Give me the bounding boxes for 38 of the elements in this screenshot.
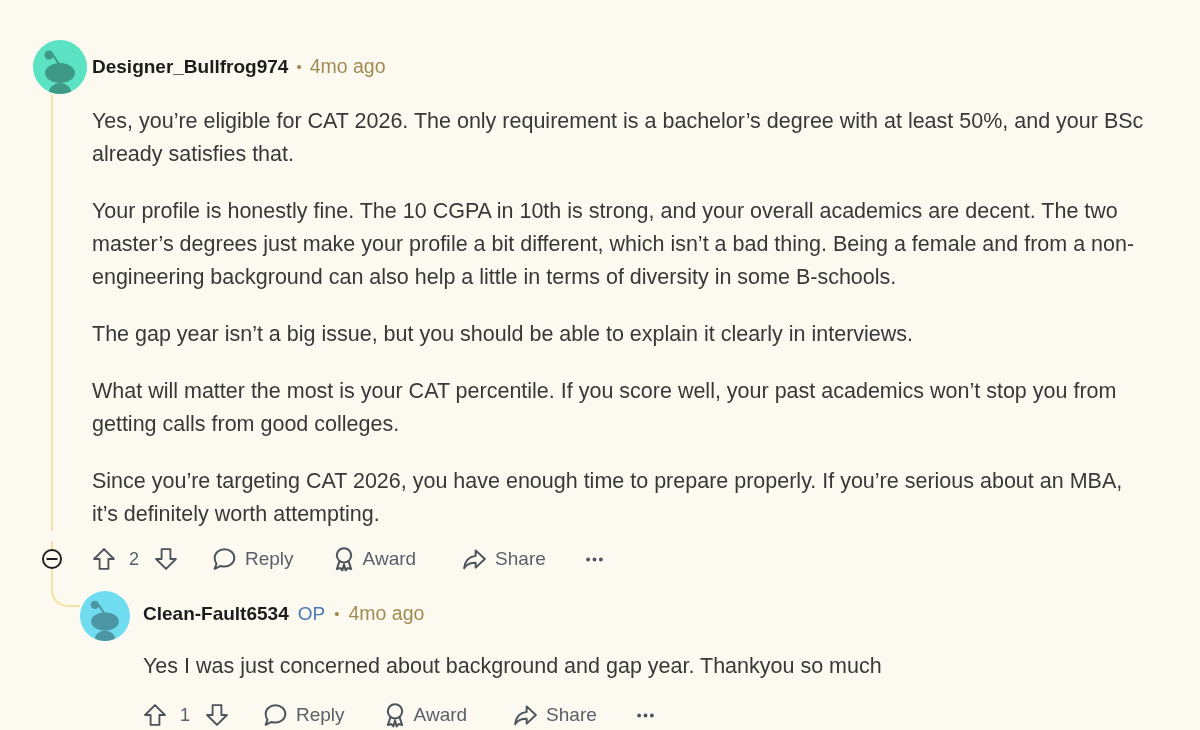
- arrow-up-icon: [93, 548, 115, 570]
- upvote-button[interactable]: [143, 703, 167, 727]
- comment-text: Your profile is honestly fine. The 10 CGPA in 10th is strong, and your overall academics are decent. The two master’s degrees just make your profile a bit different, which isn’t a bad thing. Being a female and from a non-engineering background can also help a little in terms of diversity in some B-schools.: [92, 198, 1136, 291]
- comment-text: The gap year isn’t a big issue, but you should be able to explain it clearly in interviews.: [92, 321, 915, 348]
- separator-dot: •: [296, 56, 302, 77]
- medal-icon: [384, 702, 405, 728]
- arrow-down-icon: [155, 548, 177, 570]
- upvote-button[interactable]: [92, 547, 116, 571]
- downvote-button[interactable]: [154, 547, 178, 571]
- speech-bubble-icon: [264, 704, 287, 726]
- downvote-button[interactable]: [205, 703, 229, 727]
- username[interactable]: Clean-Fault6534: [143, 599, 289, 629]
- timestamp: 4mo ago: [309, 54, 386, 80]
- award-button[interactable]: Award: [321, 541, 429, 577]
- comment-text: What will matter the most is your CAT percentile. If you score well, your past academics won’t stop you from getting calls from good colleges.: [92, 378, 1118, 438]
- share-button[interactable]: Share: [451, 541, 558, 577]
- arrow-up-icon: [144, 704, 166, 726]
- op-label: OP: [297, 601, 326, 626]
- reply-button[interactable]: Reply: [252, 697, 357, 730]
- separator-dot: •: [334, 603, 340, 624]
- ellipsis-icon: [585, 556, 603, 562]
- ellipsis-icon: [636, 712, 654, 718]
- comment-text: Since you’re targeting CAT 2026, you have enough time to prepare properly. If you’re serious about an MBA, it’s definitely worth attempting.: [92, 468, 1124, 528]
- reply-button[interactable]: Reply: [201, 541, 306, 577]
- award-button[interactable]: Award: [372, 697, 480, 730]
- username[interactable]: Designer_Bullfrog974: [92, 52, 289, 82]
- medal-icon: [333, 546, 354, 572]
- arrow-down-icon: [206, 704, 228, 726]
- curved-arrow-icon: [463, 548, 487, 570]
- vote-count: 2: [129, 547, 139, 571]
- timestamp: 4mo ago: [348, 601, 425, 627]
- minus-circle-icon[interactable]: [42, 549, 62, 569]
- comment-text: Yes I was just concerned about background and gap year. Thankyou so much: [143, 653, 883, 680]
- vote-count: 1: [180, 703, 190, 727]
- curved-arrow-icon: [514, 704, 538, 726]
- comment-text: Yes, you’re eligible for CAT 2026. The only requirement is a bachelor’s degree with at least 50%, and your BSc already satisfies that.: [92, 108, 1145, 168]
- speech-bubble-icon: [213, 548, 236, 570]
- share-button[interactable]: Share: [502, 697, 609, 730]
